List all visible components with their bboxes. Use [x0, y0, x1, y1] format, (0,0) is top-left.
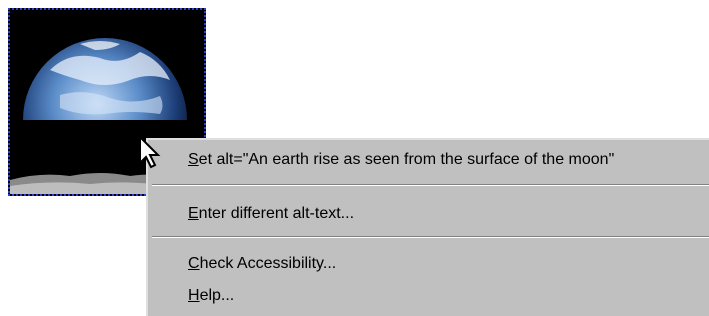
menu-item-enter-alt-text[interactable]: Enter different alt-text...	[188, 204, 354, 224]
menu-item-help[interactable]: Help...	[188, 286, 234, 306]
canvas: Set alt="An earth rise as seen from the …	[0, 0, 709, 316]
mouse-pointer-icon	[139, 135, 161, 169]
context-menu: Set alt="An earth rise as seen from the …	[146, 138, 709, 316]
menu-item-set-alt[interactable]: Set alt="An earth rise as seen from the …	[188, 150, 614, 170]
menu-item-check-accessibility[interactable]: Check Accessibility...	[188, 254, 336, 274]
menu-separator	[152, 184, 709, 186]
menu-separator	[152, 236, 709, 238]
